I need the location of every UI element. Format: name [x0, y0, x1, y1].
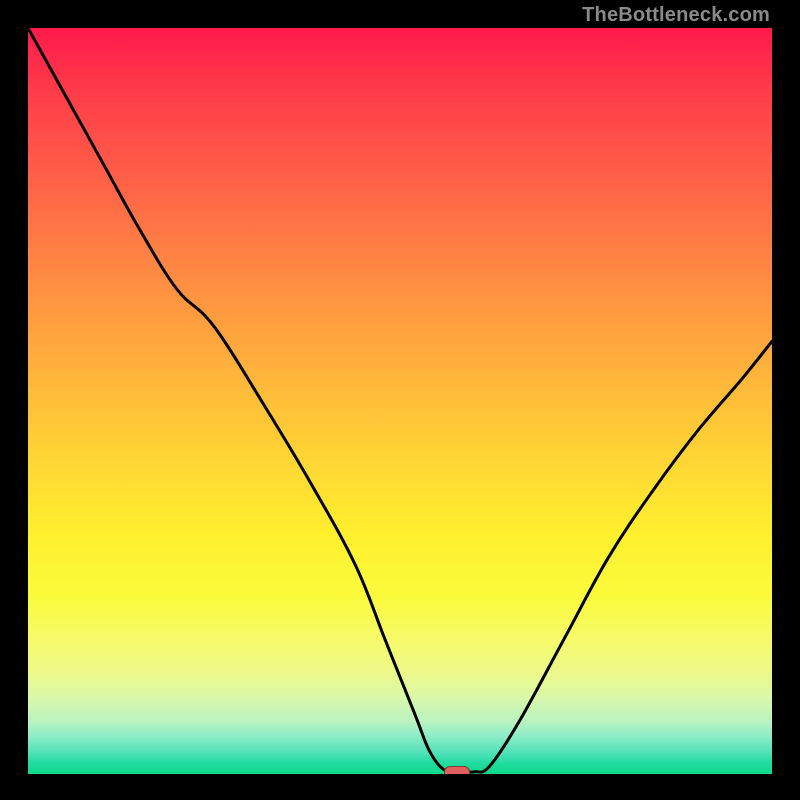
bottleneck-curve [28, 28, 772, 774]
chart-frame: TheBottleneck.com [0, 0, 800, 800]
optimum-marker [444, 766, 470, 774]
plot-area [28, 28, 772, 774]
watermark-text: TheBottleneck.com [582, 4, 770, 27]
